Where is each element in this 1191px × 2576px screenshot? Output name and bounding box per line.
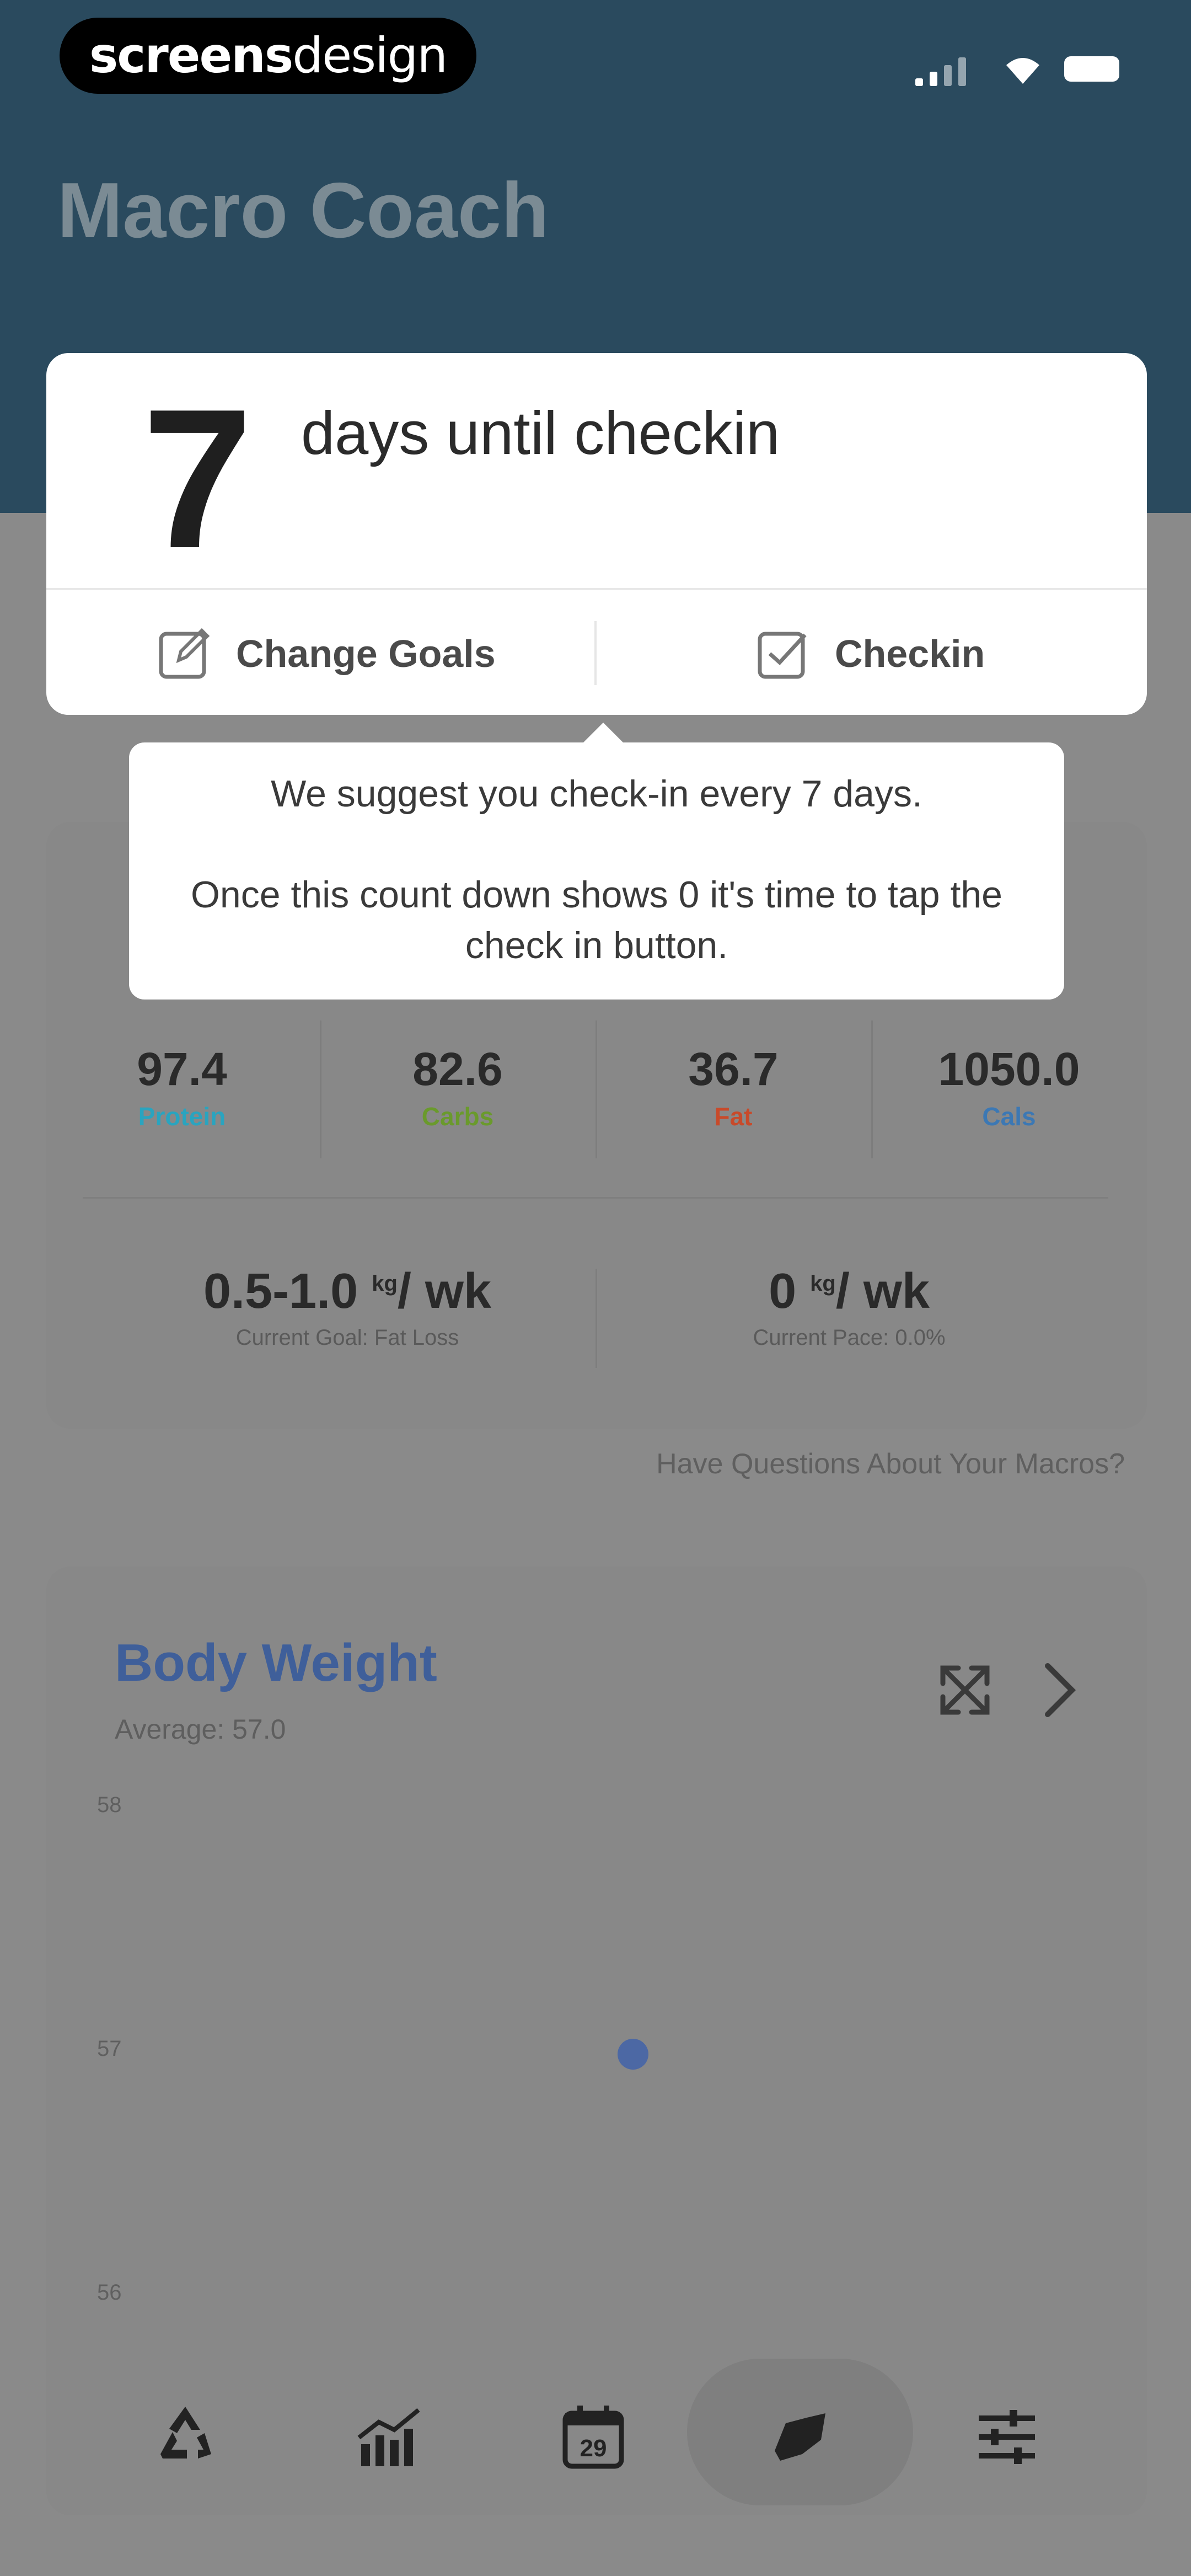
tab-settings[interactable] (963, 2393, 1051, 2481)
macro-protein: 97.4 Protein (72, 1043, 292, 1131)
divider (596, 1020, 597, 1158)
workout-icon (775, 2413, 825, 2461)
tooltip-line-2: Once this count down shows 0 it's time t… (191, 874, 1002, 966)
goal-pace-unit-sup: kg (810, 1271, 836, 1296)
goal-rate-unit-sup: kg (372, 1271, 398, 1296)
divider (594, 621, 597, 685)
divider (871, 1020, 873, 1158)
checkin-button[interactable]: Checkin (755, 618, 985, 690)
sliders-icon (979, 2410, 1035, 2464)
tooltip-line-1: We suggest you check-in every 7 days. (271, 773, 922, 815)
wifi-icon (1006, 58, 1039, 84)
calendar-icon: 29 (562, 2406, 624, 2469)
goal-rate-label: Current Goal: Fat Loss (235, 1326, 459, 1350)
macro-value: 97.4 (137, 1043, 227, 1095)
tab-recycle[interactable] (141, 2393, 229, 2481)
goal-pace-value: 0 (769, 1264, 797, 1319)
recycle-icon (160, 2407, 211, 2459)
goal-rate-unit: / wk (397, 1264, 491, 1319)
questions-link[interactable]: Have Questions About Your Macros? (656, 1447, 1125, 1481)
y-tick-label: 57 (97, 2037, 122, 2061)
tab-workout[interactable] (755, 2393, 844, 2481)
body-weight-title: Body Weight (115, 1633, 437, 1692)
y-tick-label: 58 (97, 1793, 122, 1817)
divider (83, 1197, 1108, 1199)
expand-icon[interactable] (932, 1657, 998, 1723)
goal-pace-label: Current Pace: 0.0% (753, 1326, 946, 1350)
macro-value: 82.6 (412, 1043, 503, 1095)
macro-label: Fat (714, 1102, 753, 1131)
y-tick-label: 56 (97, 2280, 122, 2305)
macro-cals: 1050.0 Cals (899, 1043, 1119, 1131)
calendar-day: 29 (580, 2435, 607, 2462)
goal-pace-unit: / wk (835, 1264, 930, 1319)
days-until-label: days until checkin (301, 399, 780, 467)
brand-badge: screensdesign (60, 18, 476, 94)
goal-pace: 0 kg/ wk Current Pace: 0.0% (629, 1263, 1070, 1350)
tooltip-arrow (581, 723, 625, 745)
macro-label: Cals (982, 1102, 1036, 1131)
page-title: Macro Coach (57, 167, 549, 254)
change-goals-label: Change Goals (236, 632, 496, 675)
battery-icon (1064, 56, 1119, 82)
brand-suffix: design (292, 27, 448, 84)
divider (596, 1269, 597, 1368)
macro-carbs: 82.6 Carbs (347, 1043, 568, 1131)
divider (320, 1020, 321, 1158)
goal-rate-value: 0.5-1.0 (203, 1264, 358, 1319)
chevron-right-icon[interactable] (1026, 1657, 1092, 1723)
change-goals-button[interactable]: Change Goals (157, 618, 496, 690)
signal-icon (915, 53, 981, 86)
macro-label: Carbs (421, 1102, 494, 1131)
macro-fat: 36.7 Fat (623, 1043, 844, 1131)
goal-rate: 0.5-1.0 kg/ wk Current Goal: Fat Loss (127, 1263, 568, 1350)
days-count: 7 (142, 368, 253, 590)
checkbox-icon (758, 632, 807, 679)
divider (46, 588, 1147, 590)
tab-stats[interactable] (345, 2393, 433, 2481)
weight-data-point (618, 2039, 648, 2070)
macro-value: 36.7 (688, 1043, 779, 1095)
macro-value: 1050.0 (938, 1043, 1080, 1095)
status-icons (915, 53, 1125, 86)
checkin-tooltip: We suggest you check-in every 7 days. On… (129, 723, 1064, 1000)
macro-label: Protein (138, 1102, 226, 1131)
stats-icon (357, 2408, 420, 2466)
brand-prefix: screens (89, 27, 293, 84)
body-weight-subtitle: Average: 57.0 (115, 1714, 286, 1745)
edit-icon (159, 628, 210, 679)
checkin-label: Checkin (835, 632, 985, 675)
tab-calendar[interactable]: 29 (549, 2393, 637, 2481)
